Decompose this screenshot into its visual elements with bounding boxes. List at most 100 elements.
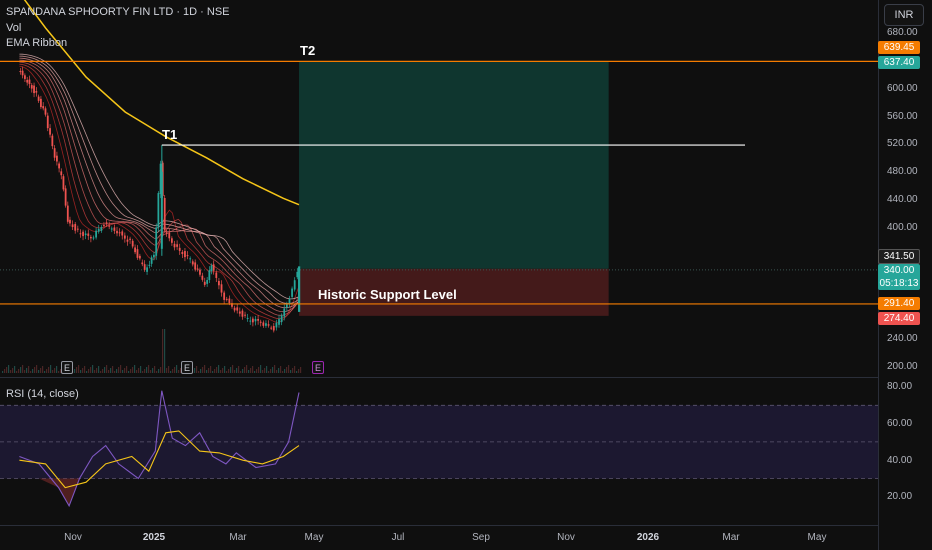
candle-body — [191, 261, 194, 265]
volume-bar — [286, 367, 288, 373]
volume-bar — [238, 366, 240, 373]
chart-canvas[interactable] — [0, 0, 932, 550]
time-axis-tick: 2025 — [142, 532, 166, 543]
candle-body — [53, 148, 56, 158]
time-axis-tick: 2026 — [636, 532, 660, 543]
candle-body — [136, 249, 139, 258]
t1-annotation[interactable]: T1 — [162, 127, 177, 142]
candle-body — [223, 292, 226, 300]
volume-bar — [110, 368, 112, 373]
candle-body — [257, 319, 260, 321]
candle-body — [44, 108, 47, 115]
volume-bar — [116, 369, 118, 373]
candle-body — [199, 269, 201, 275]
candle-body — [236, 307, 239, 311]
candle-body — [215, 272, 218, 278]
volume-bar — [224, 366, 226, 373]
t2-annotation[interactable]: T2 — [300, 43, 315, 58]
rsi-band — [0, 405, 878, 479]
volume-bar — [76, 367, 78, 373]
candle-body — [64, 188, 67, 206]
volume-bar — [48, 367, 50, 373]
rsi-label[interactable]: RSI (14, close) — [6, 388, 79, 400]
volume-bar — [20, 367, 22, 373]
volume-bar — [124, 368, 126, 373]
support-annotation[interactable]: Historic Support Level — [318, 287, 457, 302]
price-axis-tick: 440.00 — [887, 194, 918, 205]
candle-body — [74, 224, 77, 231]
volume-bar — [212, 371, 214, 373]
volume-bar — [134, 365, 136, 373]
candle-body — [24, 75, 26, 79]
candle-body — [203, 281, 206, 285]
candle-body — [58, 163, 60, 169]
last-close-badge: 341.50 — [878, 249, 920, 264]
candle-body — [210, 265, 213, 272]
volume-bar — [172, 369, 174, 373]
candle-body — [49, 128, 51, 135]
candle-body — [92, 237, 95, 239]
volume-bar — [210, 366, 212, 373]
volume-bar — [234, 370, 236, 373]
volume-bar — [270, 369, 272, 373]
currency-button[interactable]: INR — [884, 4, 924, 26]
volume-bar — [38, 370, 40, 373]
time-axis-tick: Mar — [229, 532, 247, 543]
volume-bar — [22, 365, 24, 373]
candle-body — [181, 251, 184, 255]
candle-body — [288, 298, 291, 304]
time-axis-tick: Mar — [722, 532, 740, 543]
countdown-badge: 05:18:13 — [878, 277, 920, 290]
candle-body — [173, 243, 176, 248]
volume-bar — [104, 367, 106, 373]
volume-bar — [152, 368, 154, 373]
candle-body — [51, 135, 54, 147]
volume-bar — [58, 371, 60, 373]
earnings-marker[interactable]: E — [312, 361, 324, 374]
candle-body — [218, 280, 220, 286]
volume-label[interactable]: Vol — [6, 22, 21, 34]
volume-bar — [288, 365, 290, 373]
time-axis-tick: Nov — [64, 532, 82, 543]
volume-bar — [14, 366, 16, 373]
volume-bar — [168, 366, 170, 373]
candle-body — [60, 171, 63, 176]
candle-body — [116, 230, 118, 234]
volume-bar — [166, 368, 168, 373]
candle-body — [69, 219, 71, 224]
volume-bar — [82, 368, 84, 373]
support-badge: 291.40 — [878, 297, 920, 310]
candle-body — [108, 225, 111, 227]
earnings-marker[interactable]: E — [181, 361, 193, 374]
candle-body — [46, 115, 49, 129]
time-axis-tick: Sep — [472, 532, 490, 543]
volume-bar — [170, 371, 172, 373]
candle-body — [141, 262, 144, 265]
earnings-marker[interactable]: E — [61, 361, 73, 374]
candle-body — [278, 319, 280, 325]
candle-body — [42, 106, 45, 109]
ema-ribbon-label[interactable]: EMA Ribbon — [6, 37, 67, 49]
candle-body — [97, 228, 100, 232]
candle-body — [206, 280, 209, 284]
volume-bar — [96, 368, 98, 373]
volume-bar — [144, 369, 146, 373]
candle-body — [254, 319, 257, 322]
candle-body — [62, 176, 65, 190]
volume-bar — [80, 370, 82, 373]
volume-bar — [30, 371, 32, 373]
candle-body — [170, 238, 173, 243]
volume-bar — [258, 367, 260, 373]
volume-bar — [140, 366, 142, 373]
volume-bar — [278, 368, 280, 373]
candle-body — [37, 96, 40, 101]
volume-bar — [202, 367, 204, 373]
volume-bar — [142, 371, 144, 373]
candle-body — [259, 321, 262, 323]
volume-bar — [148, 365, 150, 373]
volume-bar — [232, 365, 234, 373]
price-axis-tick: 680.00 — [887, 27, 918, 38]
volume-bar — [158, 369, 160, 373]
volume-bar — [122, 370, 124, 373]
volume-bar — [198, 371, 200, 373]
